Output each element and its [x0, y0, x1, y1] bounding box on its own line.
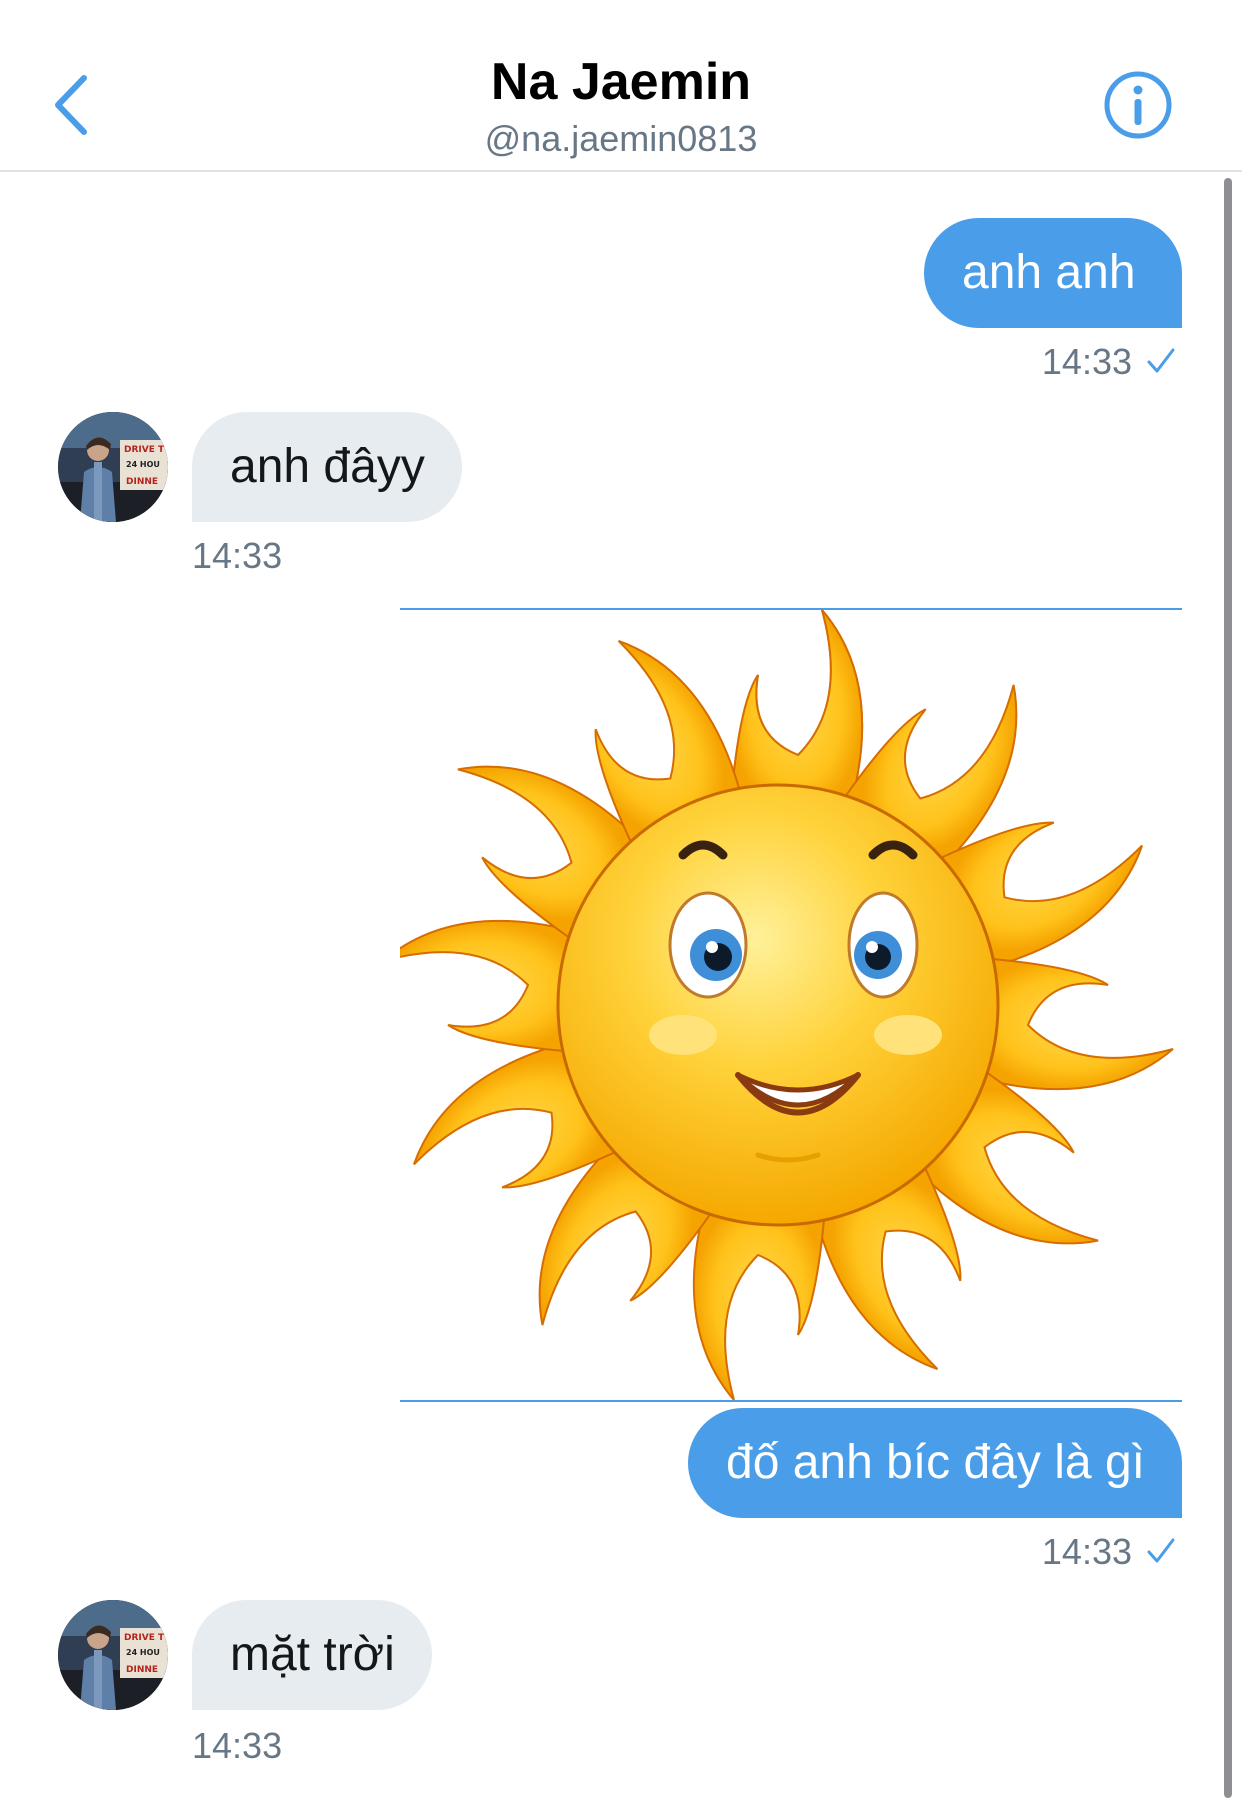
contact-avatar[interactable]: DRIVE T 24 HOU DINNE: [58, 412, 168, 522]
info-circle-icon: [1104, 71, 1172, 139]
message-time: 14:33: [192, 535, 283, 576]
avatar-sign-text: DINNE: [126, 1665, 158, 1675]
contact-name: Na Jaemin: [490, 53, 752, 111]
contact-avatar[interactable]: DRIVE T 24 HOU DINNE: [58, 1600, 168, 1710]
message-time: 14:33: [1041, 341, 1132, 382]
avatar-sign-text: DRIVE T: [124, 445, 165, 455]
outgoing-message-bubble[interactable]: anh anh: [924, 218, 1182, 328]
smiling-sun-sticker: [382, 609, 1174, 1401]
message-meta: 14:33: [900, 1530, 1176, 1574]
message-text: mặt trời: [230, 1628, 395, 1681]
avatar-sign-text: 24 HOU: [126, 1648, 160, 1657]
scrollbar[interactable]: [1224, 178, 1232, 1798]
conversation-header: Na Jaemin @na.jaemin0813: [0, 0, 1242, 172]
image-message[interactable]: [382, 608, 1182, 1402]
incoming-message-bubble[interactable]: mặt trời: [192, 1600, 432, 1710]
avatar-sign-text: DINNE: [126, 477, 158, 487]
avatar-sign-text: DRIVE T: [124, 1633, 165, 1643]
info-button[interactable]: [1103, 70, 1173, 140]
contact-handle: @na.jaemin0813: [484, 118, 758, 159]
message-meta: 14:33: [900, 340, 1176, 384]
conversation-title-block[interactable]: Na Jaemin @na.jaemin0813: [0, 52, 1242, 162]
message-text: anh đâyy: [230, 440, 425, 493]
incoming-message-bubble[interactable]: anh đâyy: [192, 412, 462, 522]
message-text: đố anh bíc đây là gì: [726, 1436, 1145, 1489]
avatar-photo: DRIVE T 24 HOU DINNE: [58, 1600, 168, 1710]
message-text: anh anh: [962, 246, 1136, 299]
message-time: 14:33: [192, 1725, 283, 1766]
outgoing-message-bubble[interactable]: đố anh bíc đây là gì: [688, 1408, 1182, 1518]
avatar-sign-text: 24 HOU: [126, 460, 160, 469]
avatar-photo: DRIVE T 24 HOU DINNE: [58, 412, 168, 522]
sent-check-icon: [1147, 1538, 1175, 1563]
sent-check-icon: [1147, 348, 1175, 373]
message-time: 14:33: [1041, 1531, 1132, 1572]
